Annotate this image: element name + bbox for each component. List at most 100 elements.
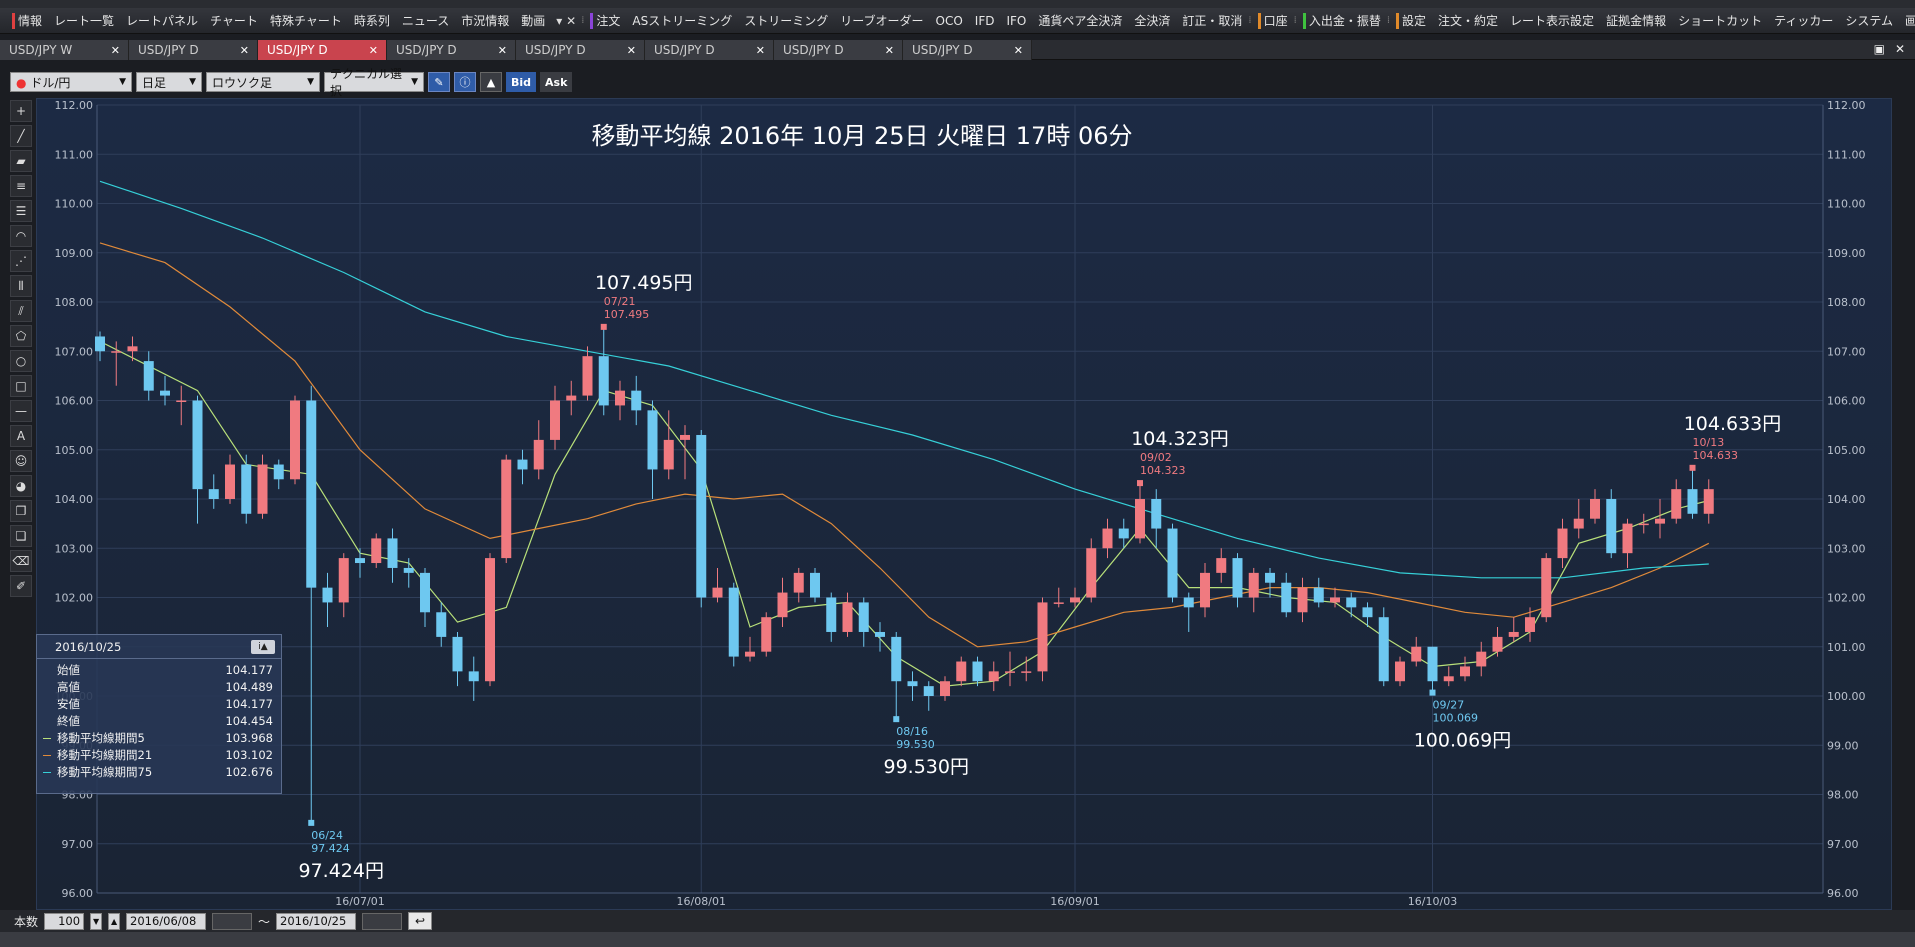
chart-tab[interactable]: USD/JPY D ✕ [387, 40, 516, 60]
pentagon-icon[interactable]: ⬠ [10, 325, 32, 347]
info-collapse-icon[interactable]: i▲ [251, 639, 275, 654]
candle-body[interactable] [160, 390, 170, 396]
end-date-field[interactable]: 2016/10/25 [276, 912, 357, 930]
candle-body[interactable] [810, 572, 820, 598]
candle-body[interactable] [907, 681, 918, 687]
menu-item[interactable]: 情報 [6, 8, 48, 33]
menu-item[interactable]: IFO [1000, 8, 1032, 33]
candle-body[interactable] [273, 464, 284, 480]
candle-body[interactable] [111, 351, 122, 353]
candle-body[interactable] [1573, 518, 1584, 529]
candle-body[interactable] [225, 464, 235, 499]
candle-body[interactable] [1460, 666, 1470, 677]
candle-body[interactable] [1330, 597, 1340, 603]
menu-item[interactable]: 特殊チャート [264, 8, 348, 33]
candle-body[interactable] [875, 631, 885, 637]
candle-body[interactable] [452, 636, 463, 672]
text-icon[interactable]: A [10, 425, 32, 447]
candle-body[interactable] [712, 587, 723, 598]
candle-body[interactable] [1557, 528, 1568, 559]
start-time-field[interactable] [212, 912, 253, 930]
horizontal-lines-icon[interactable]: ≡ [10, 175, 32, 197]
candle-body[interactable] [1427, 646, 1438, 682]
fan-icon[interactable]: ◠ [10, 225, 32, 247]
candle-body[interactable] [1265, 572, 1275, 583]
candle-body[interactable] [387, 538, 398, 568]
candle-body[interactable] [582, 356, 593, 396]
candle-body[interactable] [940, 681, 950, 696]
fibonacci-icon[interactable]: ☰ [10, 200, 32, 222]
candle-body[interactable] [1021, 671, 1032, 673]
candle-body[interactable] [891, 636, 902, 682]
chart-tab[interactable]: USD/JPY D ✕ [774, 40, 903, 60]
candle-body[interactable] [550, 400, 560, 440]
candle-body[interactable] [793, 572, 804, 593]
bar-count-field[interactable]: 100 [44, 912, 85, 930]
eraser-icon[interactable]: ⌫ [10, 550, 32, 572]
candle-body[interactable] [1086, 548, 1097, 598]
menu-item[interactable]: 口座 [1252, 8, 1294, 33]
candle-body[interactable] [1232, 558, 1243, 598]
candle-body[interactable] [1281, 582, 1292, 613]
candle-body[interactable] [1508, 631, 1519, 637]
candle-body[interactable] [566, 395, 577, 401]
close-tab-icon[interactable]: ✕ [627, 44, 636, 57]
chart-tab[interactable]: USD/JPY D ✕ [516, 40, 645, 60]
candle-body[interactable] [420, 572, 430, 613]
menu-item[interactable]: 通貨ペア全決済 [1032, 8, 1128, 33]
rectangle-icon[interactable]: □ [10, 375, 32, 397]
candle-body[interactable] [761, 617, 772, 652]
candle-body[interactable] [680, 434, 690, 440]
candle-body[interactable] [533, 439, 544, 470]
close-tab-icon[interactable]: ✕ [756, 44, 765, 57]
menu-item[interactable]: OCO [930, 8, 969, 33]
candle-body[interactable] [290, 400, 300, 480]
chevron-down-icon[interactable]: ▼ [90, 912, 103, 930]
chart-tab[interactable]: USD/JPY D ✕ [258, 40, 387, 60]
info-panel-header[interactable]: 2016/10/25 i▲ [37, 635, 281, 659]
menu-item[interactable]: ASストリーミング [626, 8, 738, 33]
menu-item[interactable]: ショートカット [1672, 8, 1768, 33]
menu-item[interactable]: 市況情報 [455, 8, 515, 33]
candle-body[interactable] [338, 558, 349, 603]
menu-item[interactable]: 動画 [515, 8, 551, 33]
candle-body[interactable] [1541, 558, 1552, 618]
menu-item[interactable]: 入出金・振替 [1297, 8, 1387, 33]
candle-body[interactable] [1151, 499, 1162, 529]
candle-body[interactable] [1411, 646, 1422, 662]
candle-body[interactable] [1037, 602, 1048, 672]
candle-body[interactable] [1053, 602, 1064, 604]
menu-item[interactable]: レート表示設定 [1504, 8, 1600, 33]
candle-body[interactable] [1703, 489, 1714, 514]
chart-tab[interactable]: USD/JPY W ✕ [0, 40, 129, 60]
menu-item[interactable]: IFD [969, 8, 1001, 33]
erase-all-icon[interactable]: ✐ [10, 575, 32, 597]
candle-body[interactable] [192, 400, 203, 490]
menu-item[interactable]: レートパネル [120, 8, 204, 33]
candle-body[interactable] [1606, 499, 1617, 554]
pencil-icon[interactable]: ✎ [428, 72, 450, 92]
candle-body[interactable] [1248, 572, 1259, 598]
candle-body[interactable] [988, 671, 999, 682]
candle-body[interactable] [95, 336, 105, 352]
shapes-icon[interactable]: ◕ [10, 475, 32, 497]
trendline-icon[interactable]: ╱ [10, 125, 32, 147]
close-tab-icon[interactable]: ✕ [111, 44, 120, 57]
candle-body[interactable] [127, 346, 138, 352]
hline-icon[interactable]: — [10, 400, 32, 422]
candle-body[interactable] [598, 356, 609, 406]
menu-item[interactable]: 画面設定 [1899, 8, 1915, 33]
menu-item[interactable]: 証拠金情報 [1600, 8, 1672, 33]
chart-tab[interactable]: USD/JPY D ✕ [129, 40, 258, 60]
candle-body[interactable] [728, 587, 739, 657]
candle-body[interactable] [696, 434, 707, 598]
menu-item[interactable]: チャート [204, 8, 264, 33]
candle-body[interactable] [517, 459, 528, 470]
candle-body[interactable] [1118, 528, 1129, 539]
menu-item[interactable]: 時系列 [348, 8, 396, 33]
close-tab-icon[interactable]: ✕ [885, 44, 894, 57]
currency-pair-select[interactable]: ● ドル/円 ▼ [10, 72, 132, 92]
vertical-lines-icon[interactable]: ⦀ [10, 275, 32, 297]
menu-item[interactable]: ティッカー [1768, 8, 1839, 33]
candle-body[interactable] [615, 390, 625, 406]
